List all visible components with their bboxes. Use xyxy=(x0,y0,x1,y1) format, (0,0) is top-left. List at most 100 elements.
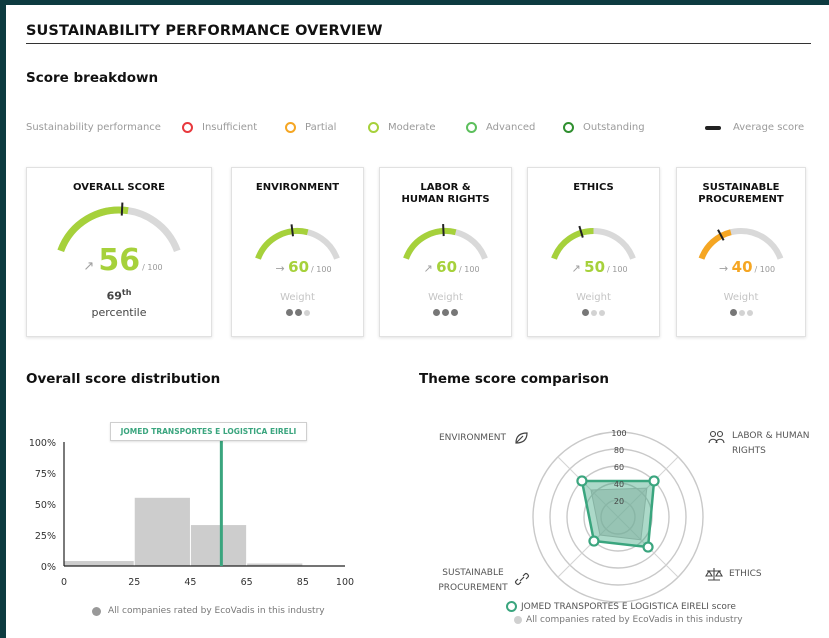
percentile-number: 69 xyxy=(106,289,122,303)
average-marker xyxy=(442,224,445,237)
radar-ring-label: 40 xyxy=(614,480,624,489)
radar-ring xyxy=(532,431,704,603)
legend-partial: Partial xyxy=(285,122,336,133)
card-title: ENVIRONMENT xyxy=(255,182,340,193)
page-title: SUSTAINABILITY PERFORMANCE OVERVIEW xyxy=(26,23,383,39)
company-score-legend: JOMED TRANSPORTES E LOGISTICA EIRELI sco… xyxy=(506,601,736,612)
legend-average: Average score xyxy=(705,122,804,133)
x-tick-label: 25 xyxy=(128,577,140,588)
axis-sustainable-procurement: SUSTAINABLE PROCUREMENT xyxy=(438,568,508,593)
weight-indicator xyxy=(232,309,363,316)
score-value: ↗ 60/ 100 xyxy=(423,258,479,276)
all-companies-icon xyxy=(514,616,522,624)
weight-dot xyxy=(746,309,753,316)
weight-indicator xyxy=(528,309,659,316)
radar-spoke xyxy=(557,456,619,518)
legend-outstanding: Outstanding xyxy=(563,122,645,133)
radar-ring-label: 20 xyxy=(614,497,624,506)
weight-dot xyxy=(451,309,458,316)
radar-ring-label: 60 xyxy=(614,463,624,472)
weight-dot xyxy=(591,309,597,316)
sustainable-procurement-card[interactable]: → 40/ 100 SUSTAINABLE PROCUREMENT Weight xyxy=(676,167,806,337)
scales-icon xyxy=(705,568,723,581)
x-tick-label: 0 xyxy=(61,577,67,588)
radar-spoke xyxy=(617,456,679,518)
card-title: LABOR & HUMAN RIGHTS xyxy=(401,182,490,205)
axis-ethics: ETHICS xyxy=(705,567,762,581)
company-score-point xyxy=(642,541,654,553)
radar-ring xyxy=(583,482,653,552)
environment-card[interactable]: → 60/ 100 ENVIRONMENT Weight xyxy=(231,167,364,337)
x-tick-label: 100 xyxy=(336,577,354,588)
radar-ring xyxy=(549,448,687,586)
company-marker-label: JOMED TRANSPORTES E LOGISTICA EIRELI xyxy=(110,422,307,441)
link-icon xyxy=(515,573,529,585)
score-value: → 40/ 100 xyxy=(719,258,775,276)
card-title: ETHICS xyxy=(573,182,614,193)
axis-environment: ENVIRONMENT xyxy=(439,430,529,446)
comparison-heading: Theme score comparison xyxy=(419,371,610,387)
trend-arrow-icon: ↗ xyxy=(571,262,584,275)
y-tick-label: 75% xyxy=(35,469,56,480)
ethics-card[interactable]: ↗ 50/ 100 ETHICS Weight xyxy=(527,167,660,337)
weight-dot xyxy=(442,309,449,316)
card-title: SUSTAINABLE PROCUREMENT xyxy=(698,182,784,205)
legend-advanced-icon xyxy=(466,122,477,133)
weight-indicator xyxy=(380,309,511,316)
weight-dot xyxy=(285,309,293,316)
trend-arrow-icon: → xyxy=(719,262,732,275)
weight-dot xyxy=(738,309,745,316)
percentile: 69th percentile xyxy=(27,288,211,319)
labor-human-rights-card[interactable]: ↗ 60/ 100 LABOR & HUMAN RIGHTS Weight xyxy=(379,167,512,337)
score-value: ↗ 50/ 100 xyxy=(571,258,627,276)
leaf-icon xyxy=(515,432,528,444)
all-companies-legend: All companies rated by EcoVadis in this … xyxy=(514,615,743,625)
distribution-heading: Overall score distribution xyxy=(26,371,221,387)
weight-dot xyxy=(303,309,310,316)
trend-arrow-icon: → xyxy=(275,262,288,275)
radar-spoke xyxy=(557,516,619,578)
weight-dot xyxy=(729,309,737,316)
weight-label: Weight xyxy=(723,292,759,303)
y-tick-label: 25% xyxy=(35,531,56,542)
company-score-area xyxy=(580,479,656,549)
people-icon xyxy=(708,430,725,444)
company-score-dot-icon xyxy=(506,601,517,612)
gauge-fill xyxy=(698,229,732,260)
overall-score-card[interactable]: ↗ 56/ 100 OVERALL SCORE 69th percentile xyxy=(26,167,212,337)
score-value: → 60/ 100 xyxy=(275,258,331,276)
average-marker xyxy=(120,202,124,216)
x-tick-label: 65 xyxy=(241,577,253,588)
company-score-point xyxy=(648,475,660,487)
x-tick-label: 45 xyxy=(184,577,196,588)
trend-arrow-icon: ↗ xyxy=(83,259,98,274)
legend-advanced: Advanced xyxy=(466,122,535,133)
title-divider xyxy=(26,43,811,44)
distribution-bar xyxy=(64,561,134,566)
weight-label: Weight xyxy=(428,292,463,303)
legend-insufficient: Insufficient xyxy=(182,122,257,133)
all-companies-dot-icon xyxy=(92,606,101,616)
card-title: OVERALL SCORE xyxy=(72,182,166,193)
average-marker xyxy=(290,224,294,237)
distribution-bar xyxy=(247,563,303,566)
weight-label: Weight xyxy=(576,292,611,303)
radar-ring xyxy=(566,465,670,569)
x-tick-label: 85 xyxy=(297,577,309,588)
y-tick-label: 100% xyxy=(29,438,56,449)
legend-moderate: Moderate xyxy=(368,122,436,133)
radar-ring xyxy=(600,499,636,535)
radar-ring-label: 100 xyxy=(611,429,626,438)
radar-spoke xyxy=(617,516,679,578)
industry-average-area xyxy=(590,487,648,541)
trend-arrow-icon: ↗ xyxy=(423,262,436,275)
weight-dot xyxy=(582,309,589,316)
distribution-bar xyxy=(134,497,190,566)
gauge-fill xyxy=(403,228,457,260)
average-marker-icon xyxy=(705,125,721,130)
company-score-point xyxy=(588,535,600,547)
company-score-point xyxy=(576,475,588,487)
percentile-suffix: th xyxy=(121,288,132,297)
weight-indicator xyxy=(677,309,805,316)
weight-label: Weight xyxy=(280,292,315,303)
